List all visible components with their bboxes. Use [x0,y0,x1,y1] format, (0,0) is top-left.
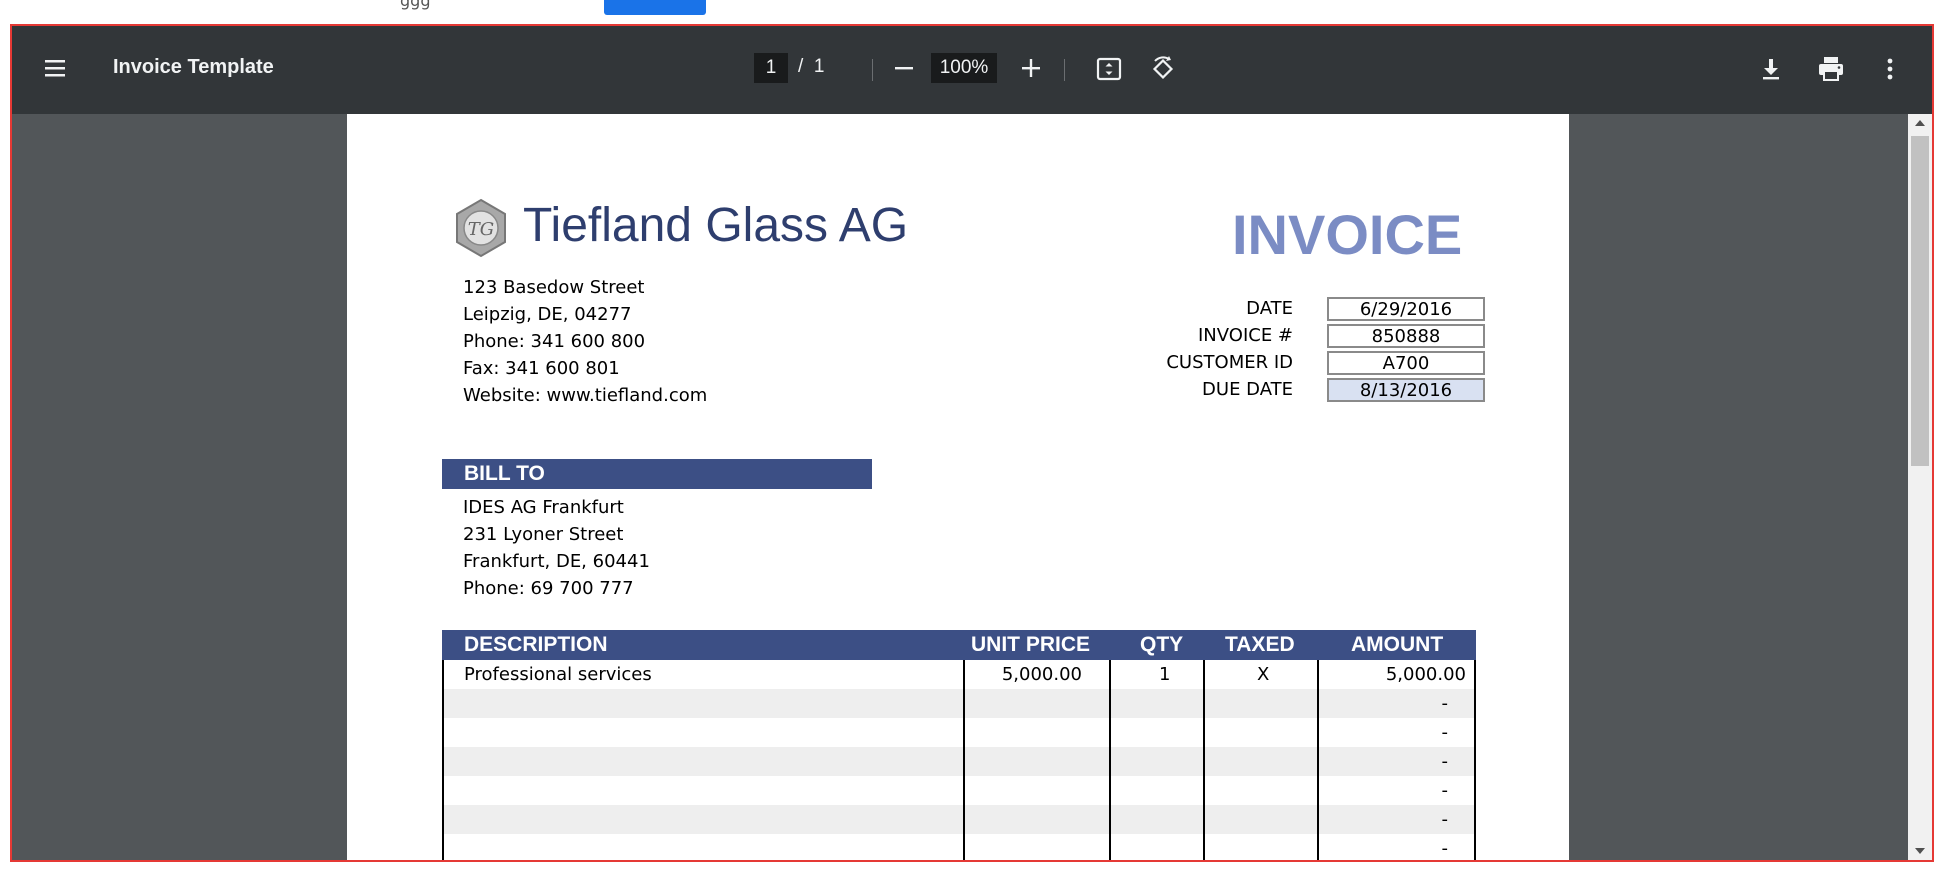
logo-initials: TG [468,219,494,240]
item-unit-price: 5,000.00 [1001,664,1082,685]
company-logo-icon: TG [451,198,511,262]
pdf-toolbar: Invoice Template 1 / 1 100% [12,26,1932,114]
pdf-viewer: Invoice Template 1 / 1 100% TG Tiefland … [10,24,1934,862]
bill-to-line: IDES AG Frankfurt [463,497,624,518]
table-row: - [444,776,1474,805]
clipped-page-text: ggg [400,0,431,10]
invoice-number-value: 850888 [1327,324,1485,348]
item-amount: 5,000.00 [1385,664,1466,685]
table-row: - [444,805,1474,834]
item-amount: - [1441,809,1449,830]
zoom-in-icon[interactable] [1018,55,1044,81]
item-amount: - [1441,838,1449,859]
vertical-scrollbar[interactable] [1908,114,1932,860]
page-action-button[interactable] [604,0,706,15]
print-icon[interactable] [1815,54,1847,84]
amount-column-header: AMOUNT [1351,633,1444,656]
date-value: 6/29/2016 [1327,297,1485,321]
document-title: Invoice Template [113,56,274,78]
table-row: Professional services 5,000.00 1 X 5,000… [444,660,1474,689]
qty-column-header: QTY [1140,633,1184,656]
company-address-line: Leipzig, DE, 04277 [463,304,632,325]
items-table-header: DESCRIPTION UNIT PRICE QTY TAXED AMOUNT [442,630,1476,660]
pdf-canvas[interactable]: TG Tiefland Glass AG 123 Basedow Street … [12,114,1908,860]
bill-to-line: 231 Lyoner Street [463,524,624,545]
zoom-out-icon[interactable] [891,55,917,81]
company-phone: Phone: 341 600 800 [463,331,646,352]
rotate-icon[interactable] [1148,54,1178,84]
due-date-label: DUE DATE [1202,379,1293,400]
column-divider [1109,660,1111,860]
fit-page-icon[interactable] [1094,54,1124,84]
browser-top-strip: ggg [0,0,1942,24]
item-amount: - [1441,751,1449,772]
page-number-input[interactable]: 1 [754,53,788,83]
description-column-header: DESCRIPTION [464,633,608,656]
toolbar-divider [1064,59,1065,81]
column-divider [963,660,965,860]
menu-icon[interactable] [40,53,70,83]
pdf-page: TG Tiefland Glass AG 123 Basedow Street … [347,114,1569,860]
invoice-title: INVOICE [1232,203,1463,266]
table-row: - [444,834,1474,860]
company-fax: Fax: 341 600 801 [463,358,620,379]
bill-to-line: Phone: 69 700 777 [463,578,634,599]
customer-id-label: CUSTOMER ID [1166,352,1293,373]
invoice-number-label: INVOICE # [1198,325,1293,346]
scroll-up-arrow-icon[interactable] [1915,120,1925,126]
zoom-level-input[interactable]: 100% [931,53,997,83]
item-qty: 1 [1159,664,1171,685]
table-row: - [444,747,1474,776]
toolbar-divider [872,59,873,81]
customer-id-value: A700 [1327,351,1485,375]
bill-to-header: BILL TO [442,459,872,489]
bill-to-line: Frankfurt, DE, 60441 [463,551,650,572]
page-count: / 1 [798,56,824,78]
date-label: DATE [1246,298,1293,319]
items-table-body: Professional services 5,000.00 1 X 5,000… [442,660,1476,860]
page-separator: / [798,56,804,77]
table-row: - [444,718,1474,747]
item-taxed: X [1257,664,1270,685]
more-icon[interactable] [1878,54,1902,84]
item-amount: - [1441,693,1449,714]
item-amount: - [1441,722,1449,743]
column-divider [1203,660,1205,860]
company-name: Tiefland Glass AG [523,199,909,252]
download-icon[interactable] [1756,54,1786,84]
item-description: Professional services [464,664,652,685]
unit-price-column-header: UNIT PRICE [971,633,1091,656]
taxed-column-header: TAXED [1225,633,1295,656]
company-website: Website: www.tiefland.com [463,385,708,406]
company-address-line: 123 Basedow Street [463,277,645,298]
page-total: 1 [813,56,825,77]
column-divider [1317,660,1319,860]
scroll-down-arrow-icon[interactable] [1915,848,1925,854]
item-amount: - [1441,780,1449,801]
table-row: - [444,689,1474,718]
due-date-value: 8/13/2016 [1327,378,1485,402]
scrollbar-thumb[interactable] [1911,136,1929,466]
